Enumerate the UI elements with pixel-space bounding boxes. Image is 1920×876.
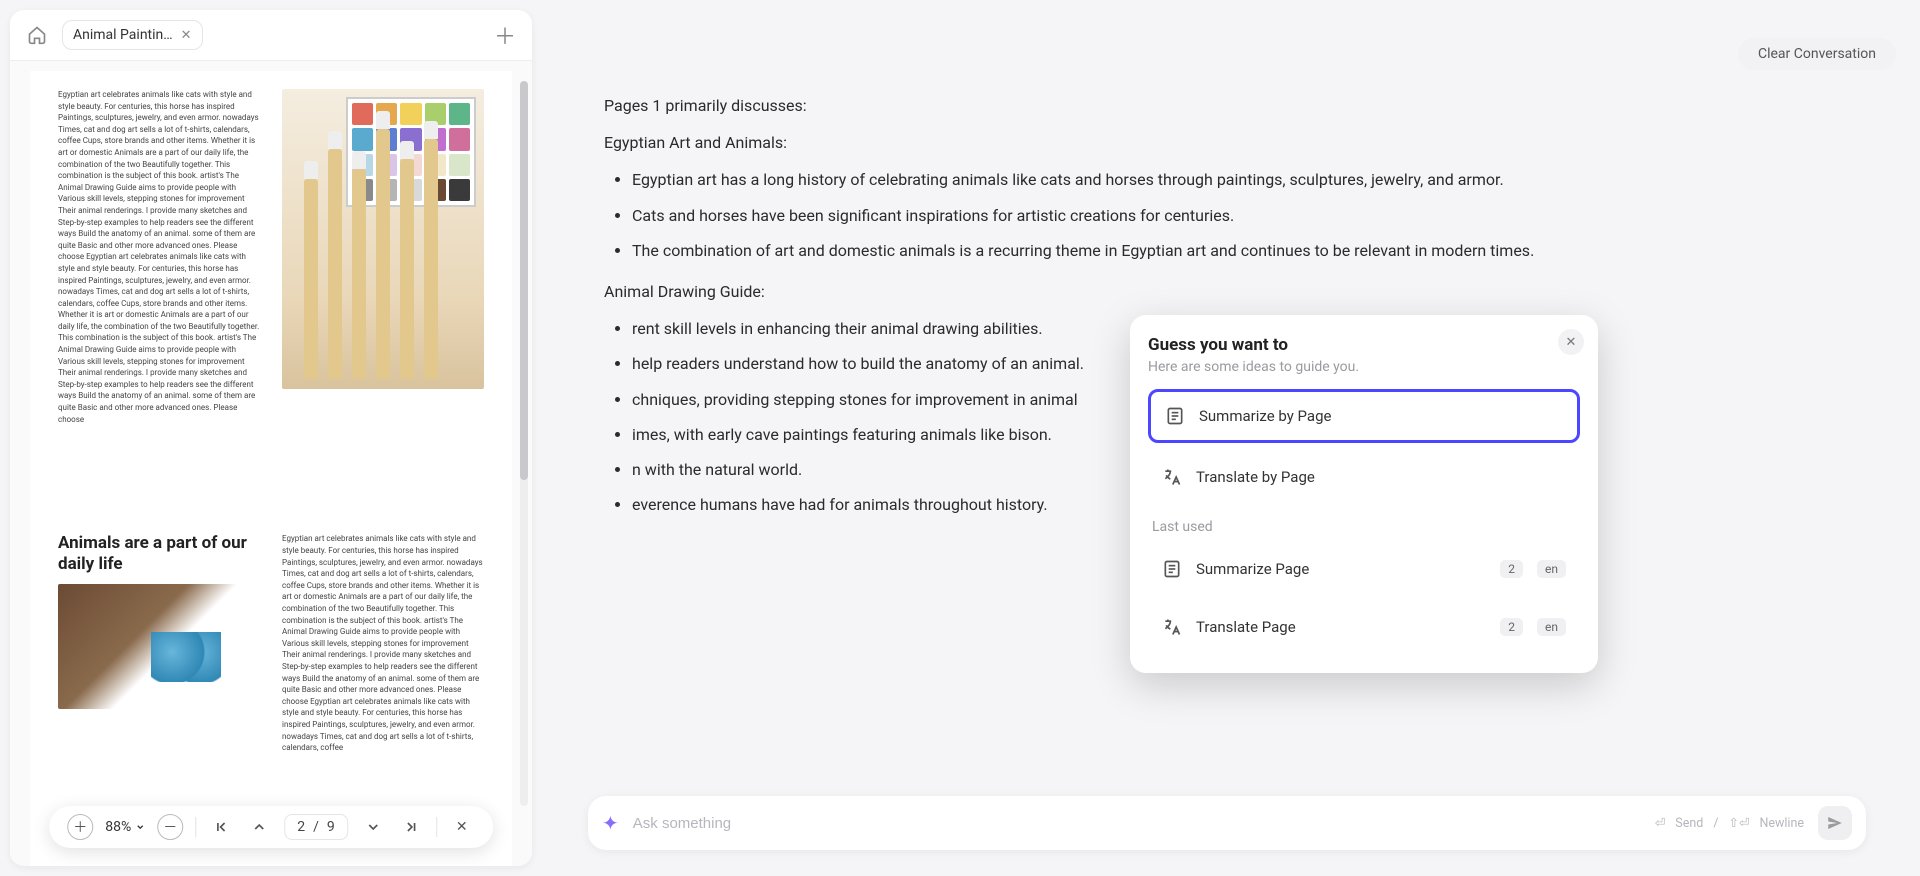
input-hints: ⏎Send / ⇧⏎Newline — [1655, 815, 1804, 831]
chevron-down-icon — [135, 822, 145, 832]
scrollbar-thumb[interactable] — [520, 81, 528, 480]
recent-label: Summarize Page — [1196, 560, 1309, 578]
chat-section: Egyptian Art and Animals: — [604, 129, 1866, 156]
send-button[interactable] — [1818, 806, 1852, 840]
popover-close-button[interactable]: ✕ — [1558, 329, 1584, 355]
tab-bar: Animal Paintin… ✕ ＋ — [10, 10, 532, 60]
next-page-button[interactable] — [360, 814, 386, 840]
page-sheet: Egyptian art celebrates animals like cat… — [30, 71, 512, 866]
tab-close-button[interactable]: ✕ — [181, 28, 192, 43]
chevron-first-icon — [213, 819, 229, 835]
recent-label: Translate Page — [1196, 618, 1296, 636]
suggestion-translate-by-page[interactable]: Translate by Page — [1148, 453, 1580, 501]
clear-conversation-button[interactable]: Clear Conversation — [1738, 38, 1896, 70]
popover-subtitle: Here are some ideas to guide you. — [1148, 359, 1580, 375]
scrollbar[interactable] — [520, 81, 528, 806]
recent-summarize-page[interactable]: Summarize Page 2 en — [1148, 545, 1580, 593]
chevron-down-icon — [365, 819, 381, 835]
chat-input-row: ✦ ⏎Send / ⇧⏎Newline — [588, 796, 1866, 850]
summarize-icon — [1165, 406, 1185, 426]
page-toolbar: ＋ 88% － 2 / 9 — [49, 806, 493, 848]
page-heading-block: Animals are a part of our daily life — [58, 533, 260, 848]
page-number-input[interactable]: 2 / 9 — [284, 814, 348, 840]
document-window: Animal Paintin… ✕ ＋ Egyptian art celebra… — [10, 10, 532, 866]
chat-line: Pages 1 primarily discusses: — [604, 92, 1866, 119]
prev-page-button[interactable] — [246, 814, 272, 840]
home-button[interactable] — [20, 18, 54, 52]
recent-lang-badge: en — [1537, 618, 1566, 636]
suggestion-popover: ✕ Guess you want to Here are some ideas … — [1130, 315, 1598, 673]
first-page-button[interactable] — [208, 814, 234, 840]
page-image-butterfly — [58, 584, 260, 709]
recent-page-badge: 2 — [1500, 618, 1523, 636]
translate-icon — [1162, 617, 1182, 637]
chat-bullet: Cats and horses have been significant in… — [632, 202, 1866, 229]
translate-icon — [1162, 467, 1182, 487]
suggestion-label: Translate by Page — [1196, 468, 1315, 486]
chevron-last-icon — [403, 819, 419, 835]
send-icon — [1826, 814, 1844, 832]
recent-page-badge: 2 — [1500, 560, 1523, 578]
chat-section: Animal Drawing Guide: — [604, 278, 1866, 305]
zoom-out-button[interactable]: － — [157, 814, 183, 840]
tab-title: Animal Paintin… — [73, 27, 173, 43]
suggestion-label: Summarize by Page — [1199, 407, 1331, 425]
chat-bullet: The combination of art and domestic anim… — [632, 237, 1866, 264]
recent-lang-badge: en — [1537, 560, 1566, 578]
chat-bullet: Egyptian art has a long history of celeb… — [632, 166, 1866, 193]
page-viewport: Egyptian art celebrates animals like cat… — [10, 60, 532, 866]
chat-input[interactable] — [633, 815, 1641, 832]
document-tab[interactable]: Animal Paintin… ✕ — [62, 20, 203, 50]
home-icon — [27, 25, 47, 45]
close-toolbar-button[interactable]: ✕ — [449, 814, 475, 840]
page-heading: Animals are a part of our daily life — [58, 533, 260, 574]
last-page-button[interactable] — [398, 814, 424, 840]
chevron-up-icon — [251, 819, 267, 835]
popover-title: Guess you want to — [1148, 335, 1580, 355]
page-image-palette — [282, 89, 484, 519]
recent-translate-page[interactable]: Translate Page 2 en — [1148, 603, 1580, 651]
page-text-left: Egyptian art celebrates animals like cat… — [58, 89, 260, 519]
sparkle-icon: ✦ — [602, 811, 619, 835]
suggestion-summarize-by-page[interactable]: Summarize by Page — [1148, 389, 1580, 443]
summarize-icon — [1162, 559, 1182, 579]
zoom-in-button[interactable]: ＋ — [67, 814, 93, 840]
page-text-right: Egyptian art celebrates animals like cat… — [282, 533, 484, 848]
zoom-level[interactable]: 88% — [105, 819, 145, 835]
last-used-label: Last used — [1152, 519, 1578, 535]
add-tab-button[interactable]: ＋ — [488, 18, 522, 52]
